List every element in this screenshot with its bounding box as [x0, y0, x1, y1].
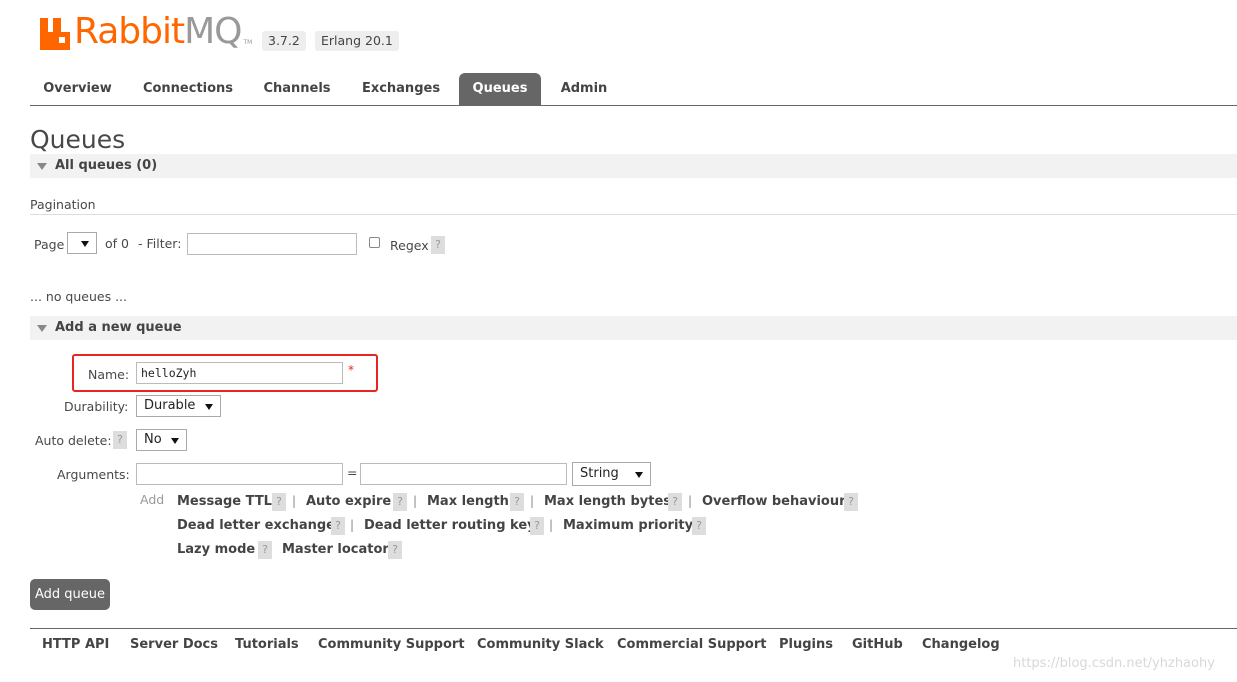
arg-link-dead-letter-routing-key[interactable]: Dead letter routing key: [364, 518, 536, 533]
regex-help-icon[interactable]: ?: [431, 236, 445, 254]
max-length-help-icon[interactable]: ?: [510, 493, 524, 511]
separator: |: [413, 494, 418, 508]
collapse-arrow-icon: [37, 163, 47, 170]
auto-expire-help-icon[interactable]: ?: [393, 493, 407, 511]
tab-overview[interactable]: Overview: [30, 73, 125, 105]
logo-trademark: TM: [243, 39, 253, 46]
chevron-down-icon: [171, 438, 179, 444]
arg-link-lazy-mode[interactable]: Lazy mode: [177, 542, 255, 557]
footer-link-tutorials[interactable]: Tutorials: [235, 637, 299, 652]
tab-exchanges[interactable]: Exchanges: [352, 73, 450, 105]
add-queue-button[interactable]: Add queue: [30, 579, 110, 610]
separator: |: [292, 494, 297, 508]
arg-link-maximum-priority[interactable]: Maximum priority: [563, 518, 693, 533]
chevron-down-icon: [81, 241, 89, 247]
arg-link-master-locator[interactable]: Master locator: [282, 542, 389, 557]
regex-checkbox[interactable]: [369, 237, 380, 248]
auto-delete-select[interactable]: No: [136, 429, 187, 451]
name-label: Name:: [88, 367, 130, 382]
arguments-label: Arguments:: [57, 467, 130, 482]
chevron-down-icon: [635, 472, 643, 478]
rabbit-logo-icon: [40, 18, 70, 50]
dead-letter-exchange-help-icon[interactable]: ?: [331, 517, 345, 535]
arg-link-max-length-bytes[interactable]: Max length bytes: [544, 494, 671, 509]
separator: |: [549, 518, 554, 532]
page-count-label: of 0: [105, 236, 129, 251]
max-length-bytes-help-icon[interactable]: ?: [668, 493, 682, 511]
arg-link-overflow-behaviour[interactable]: Overflow behaviour: [702, 494, 846, 509]
argument-key-input[interactable]: [136, 463, 343, 485]
pagination-heading: Pagination: [30, 197, 96, 212]
overflow-behaviour-help-icon[interactable]: ?: [844, 493, 858, 511]
arg-link-dead-letter-exchange[interactable]: Dead letter exchange: [177, 518, 335, 533]
main-nav-tabs: Overview Connections Channels Exchanges …: [30, 73, 1237, 106]
footer-link-server-docs[interactable]: Server Docs: [130, 637, 218, 652]
add-argument-label: Add: [140, 492, 165, 507]
add-queue-title: Add a new queue: [55, 320, 182, 335]
message-ttl-help-icon[interactable]: ?: [272, 493, 286, 511]
logo-text-rabbit: Rabbit: [74, 11, 185, 52]
pagination-divider: [30, 214, 1237, 215]
tab-admin[interactable]: Admin: [548, 73, 620, 105]
logo-text-mq: MQ: [184, 11, 242, 52]
separator: |: [530, 494, 535, 508]
durability-label: Durability:: [64, 399, 129, 414]
lazy-mode-help-icon[interactable]: ?: [258, 541, 272, 559]
footer-link-community-support[interactable]: Community Support: [318, 637, 465, 652]
footer-link-commercial-support[interactable]: Commercial Support: [617, 637, 767, 652]
argument-type-select[interactable]: String: [572, 462, 651, 486]
footer-link-github[interactable]: GitHub: [852, 637, 903, 652]
tab-channels[interactable]: Channels: [252, 73, 342, 105]
add-queue-section-header[interactable]: Add a new queue: [30, 316, 1237, 340]
tab-queues[interactable]: Queues: [459, 73, 541, 105]
auto-delete-help-icon[interactable]: ?: [113, 431, 127, 449]
footer-link-changelog[interactable]: Changelog: [922, 637, 1000, 652]
equals-sign: =: [347, 465, 358, 480]
required-mark: *: [348, 363, 354, 377]
no-queues-text: ... no queues ...: [30, 289, 128, 304]
tab-connections[interactable]: Connections: [133, 73, 243, 105]
watermark: https://blog.csdn.net/yhzhaohy: [1013, 656, 1215, 671]
page-select[interactable]: [67, 232, 97, 254]
arg-link-max-length[interactable]: Max length: [427, 494, 509, 509]
page-label: Page: [34, 237, 65, 252]
footer-link-community-slack[interactable]: Community Slack: [477, 637, 604, 652]
dead-letter-routing-key-help-icon[interactable]: ?: [530, 517, 544, 535]
master-locator-help-icon[interactable]: ?: [388, 541, 402, 559]
rabbitmq-logo[interactable]: RabbitMQ TM: [40, 14, 252, 50]
version-badge: 3.7.2: [262, 31, 306, 51]
footer-link-http-api[interactable]: HTTP API: [42, 637, 109, 652]
durability-select[interactable]: Durable: [136, 395, 221, 417]
footer-link-plugins[interactable]: Plugins: [779, 637, 833, 652]
regex-label: Regex: [390, 238, 429, 253]
auto-delete-label: Auto delete:: [35, 433, 112, 448]
collapse-arrow-icon: [37, 325, 47, 332]
page-title: Queues: [30, 125, 126, 154]
all-queues-title: All queues (0): [55, 158, 158, 173]
footer-divider: [30, 628, 1237, 629]
filter-label: - Filter:: [138, 236, 182, 251]
all-queues-section-header[interactable]: All queues (0): [30, 154, 1237, 178]
erlang-version-badge: Erlang 20.1: [315, 31, 399, 51]
separator: |: [688, 494, 693, 508]
arg-link-auto-expire[interactable]: Auto expire: [306, 494, 391, 509]
argument-value-input[interactable]: [360, 463, 567, 485]
filter-input[interactable]: [187, 233, 357, 255]
maximum-priority-help-icon[interactable]: ?: [692, 517, 706, 535]
queue-name-input[interactable]: helloZyh: [136, 362, 343, 384]
arg-link-message-ttl[interactable]: Message TTL: [177, 494, 272, 509]
separator: |: [350, 518, 355, 532]
chevron-down-icon: [205, 404, 213, 410]
